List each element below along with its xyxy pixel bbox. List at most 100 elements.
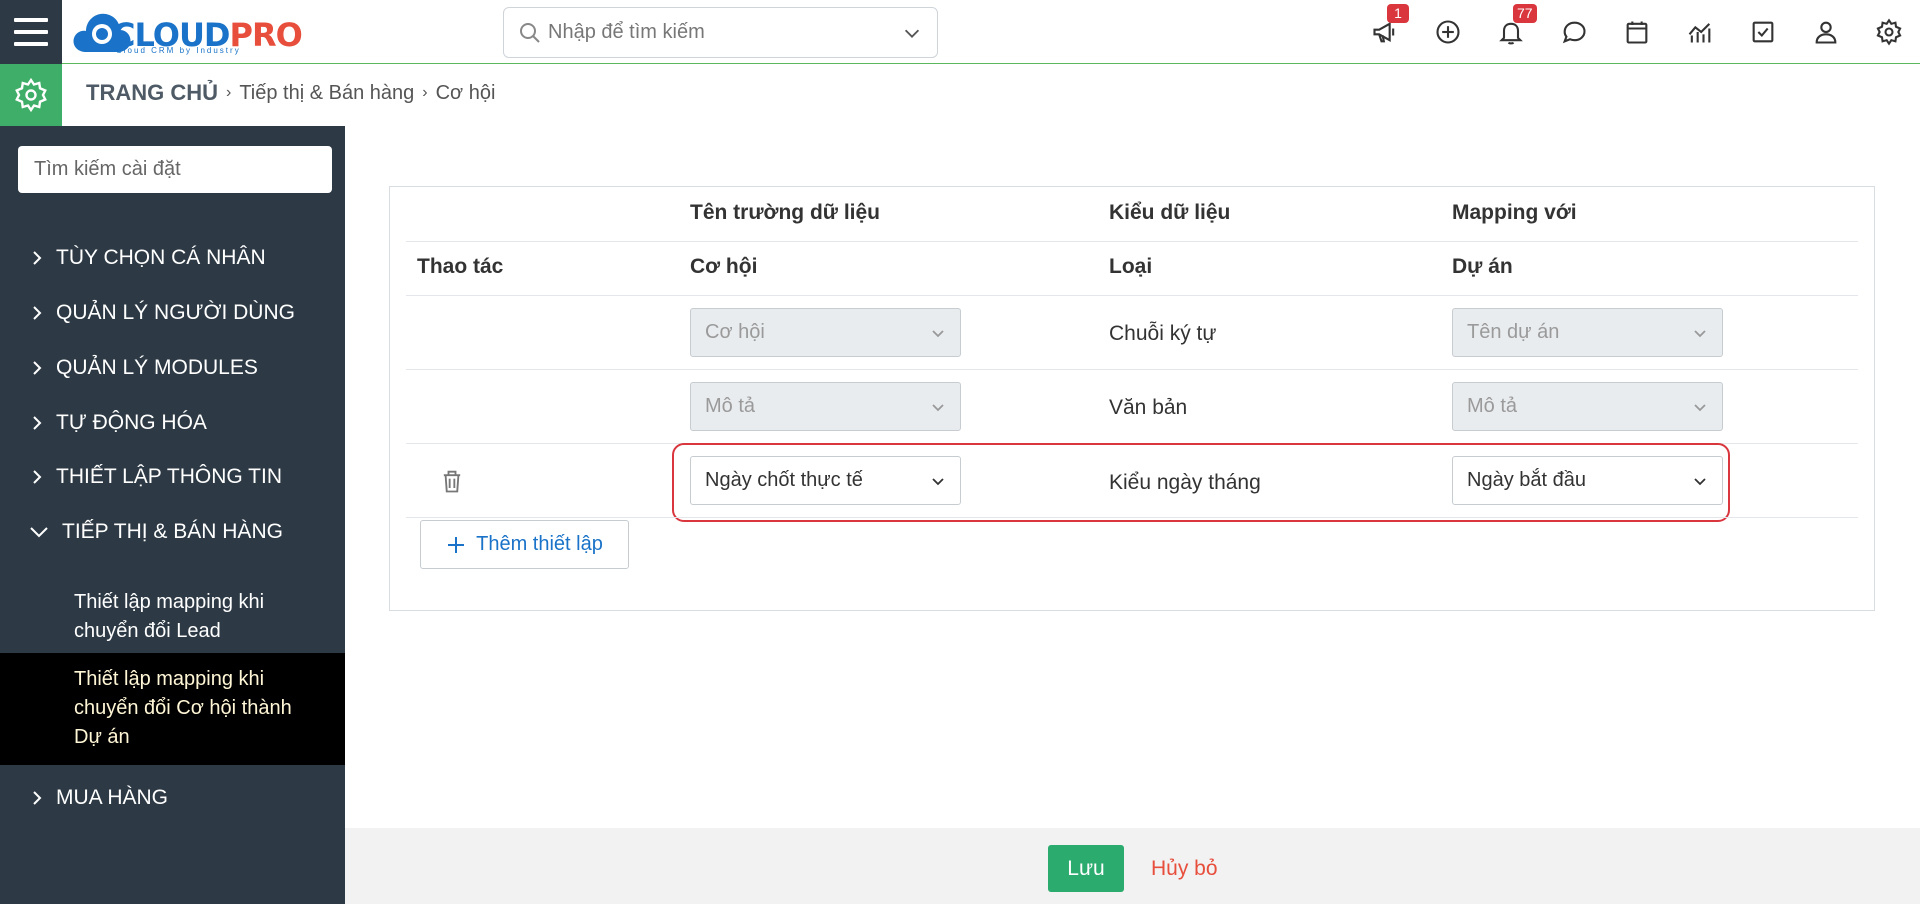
tasks-button[interactable] [1731, 0, 1794, 64]
chevron-right-icon [33, 306, 42, 320]
reports-button[interactable] [1668, 0, 1731, 64]
breadcrumb-page: Cơ hội [435, 81, 496, 104]
form-footer: Lưu Hủy bỏ [345, 828, 1920, 904]
row-divider [406, 241, 1858, 242]
hamburger-line [14, 18, 48, 22]
main-content: Tên trường dữ liệu Kiểu dữ liệu Mapping … [345, 126, 1920, 904]
notification-button[interactable]: 77 [1479, 0, 1542, 64]
select-value: Cơ hội [705, 321, 765, 343]
sidebar-subitem-lead-mapping[interactable]: Thiết lập mapping khi chuyển đổi Lead [0, 582, 345, 651]
sidebar-item-label: TIẾP THỊ & BÁN HÀNG [62, 520, 283, 543]
calendar-icon [1626, 21, 1647, 44]
header-source-module: Cơ hội [690, 255, 758, 278]
checkbox-icon [1752, 21, 1773, 43]
source-field-select: Cơ hội [690, 308, 961, 357]
data-type-label: Văn bản [1109, 396, 1188, 419]
plus-icon [448, 536, 465, 553]
breadcrumb-home[interactable]: TRANG CHỦ [86, 80, 218, 106]
profile-button[interactable] [1794, 0, 1857, 64]
add-mapping-label: Thêm thiết lập [476, 533, 603, 555]
chevron-down-icon [932, 403, 944, 411]
chevron-right-icon [33, 470, 42, 484]
sidebar-item-user-management[interactable]: QUẢN LÝ NGƯỜI DÙNG [0, 288, 345, 338]
top-icon-bar: 1 77 [1353, 0, 1920, 64]
row-divider [406, 295, 1858, 296]
chevron-right-icon [33, 361, 42, 375]
chat-icon [1562, 21, 1586, 44]
header-action: Thao tác [417, 255, 504, 278]
logo-tagline: Cloud CRM by Industry [116, 46, 241, 55]
calendar-button[interactable] [1605, 0, 1668, 64]
row-divider [406, 517, 1858, 518]
announcement-badge: 1 [1387, 4, 1409, 23]
announcement-button[interactable]: 1 [1353, 0, 1416, 64]
breadcrumb: TRANG CHỦ › Tiếp thị & Bán hàng › Cơ hội [86, 80, 495, 106]
trash-icon[interactable] [438, 467, 466, 495]
chevron-down-icon [1694, 329, 1706, 337]
add-mapping-button[interactable]: Thêm thiết lập [420, 520, 629, 569]
row-divider [406, 369, 1858, 370]
sidebar-item-label: TÙY CHỌN CÁ NHÂN [56, 246, 266, 269]
settings-home-button[interactable] [0, 64, 62, 126]
chevron-down-icon [1694, 403, 1706, 411]
cloudpro-logo[interactable]: CLOUDPRO Cloud CRM by Industry [72, 6, 303, 56]
global-search[interactable] [503, 7, 938, 58]
sidebar-subitem-label: Thiết lập mapping khi [74, 591, 265, 613]
user-icon [1815, 21, 1836, 44]
hamburger-line [14, 42, 48, 46]
top-bar: CLOUDPRO Cloud CRM by Industry 1 77 [0, 0, 1920, 64]
sidebar-item-marketing-sales[interactable]: TIẾP THỊ & BÁN HÀNG [0, 507, 345, 557]
target-field-select: Tên dự án [1452, 308, 1723, 357]
header-target-module: Dự án [1452, 255, 1513, 278]
sidebar-item-personal-options[interactable]: TÙY CHỌN CÁ NHÂN [0, 233, 345, 283]
mapping-table-card: Tên trường dữ liệu Kiểu dữ liệu Mapping … [389, 186, 1875, 611]
sidebar-subitem-label: Thiết lập mapping khi [74, 668, 265, 690]
chevron-right-icon [33, 251, 42, 265]
data-type-label: Chuỗi ký tự [1109, 322, 1217, 345]
select-value: Tên dự án [1467, 321, 1560, 343]
chevron-down-icon [30, 527, 48, 538]
chevron-right-icon: › [226, 84, 232, 101]
sidebar-subitem-label: Dự án [74, 726, 130, 748]
sidebar-item-label: TỰ ĐỘNG HÓA [56, 411, 207, 434]
hamburger-line [14, 30, 48, 34]
breadcrumb-section[interactable]: Tiếp thị & Bán hàng [239, 82, 414, 105]
sidebar-subitem-label: chuyển đổi Cơ hội thành [74, 697, 292, 719]
sidebar-item-label: THIẾT LẬP THÔNG TIN [56, 465, 282, 488]
sidebar-item-automation[interactable]: TỰ ĐỘNG HÓA [0, 398, 345, 448]
header-type: Loại [1109, 255, 1153, 278]
gear-icon [1875, 18, 1902, 46]
sidebar-item-label: QUẢN LÝ MODULES [56, 356, 258, 379]
chevron-down-icon [932, 329, 944, 337]
search-icon [520, 22, 540, 43]
sidebar-subitem-opportunity-project-mapping[interactable]: Thiết lập mapping khi chuyển đổi Cơ hội … [0, 653, 345, 765]
sidebar-subitem-label: chuyển đổi Lead [74, 620, 221, 642]
header-data-type: Kiểu dữ liệu [1109, 201, 1231, 224]
sidebar-item-modules[interactable]: QUẢN LÝ MODULES [0, 343, 345, 393]
chat-button[interactable] [1542, 0, 1605, 64]
global-search-input[interactable] [542, 21, 901, 44]
menu-toggle-button[interactable] [0, 0, 62, 64]
chevron-down-icon[interactable] [901, 22, 923, 44]
sidebar-item-info-setup[interactable]: THIẾT LẬP THÔNG TIN [0, 452, 345, 502]
plus-circle-icon [1435, 20, 1460, 44]
cancel-button[interactable]: Hủy bỏ [1151, 857, 1218, 881]
chart-icon [1688, 23, 1710, 43]
select-value: Mô tả [705, 395, 756, 417]
settings-button[interactable] [1857, 0, 1920, 64]
select-value: Mô tả [1467, 395, 1518, 417]
settings-search-input[interactable] [18, 146, 332, 193]
target-field-select: Mô tả [1452, 382, 1723, 431]
settings-sidebar: TÙY CHỌN CÁ NHÂN QUẢN LÝ NGƯỜI DÙNG QUẢN… [0, 126, 345, 904]
gear-icon [15, 77, 47, 113]
source-field-select: Mô tả [690, 382, 961, 431]
quick-create-button[interactable] [1416, 0, 1479, 64]
sidebar-item-purchasing[interactable]: MUA HÀNG [0, 773, 345, 823]
chevron-right-icon: › [422, 84, 428, 101]
notification-badge: 77 [1513, 4, 1537, 23]
highlight-annotation [672, 443, 1730, 522]
chevron-right-icon [33, 416, 42, 430]
save-button[interactable]: Lưu [1048, 845, 1124, 892]
sidebar-item-label: QUẢN LÝ NGƯỜI DÙNG [56, 301, 295, 324]
chevron-right-icon [33, 791, 42, 805]
